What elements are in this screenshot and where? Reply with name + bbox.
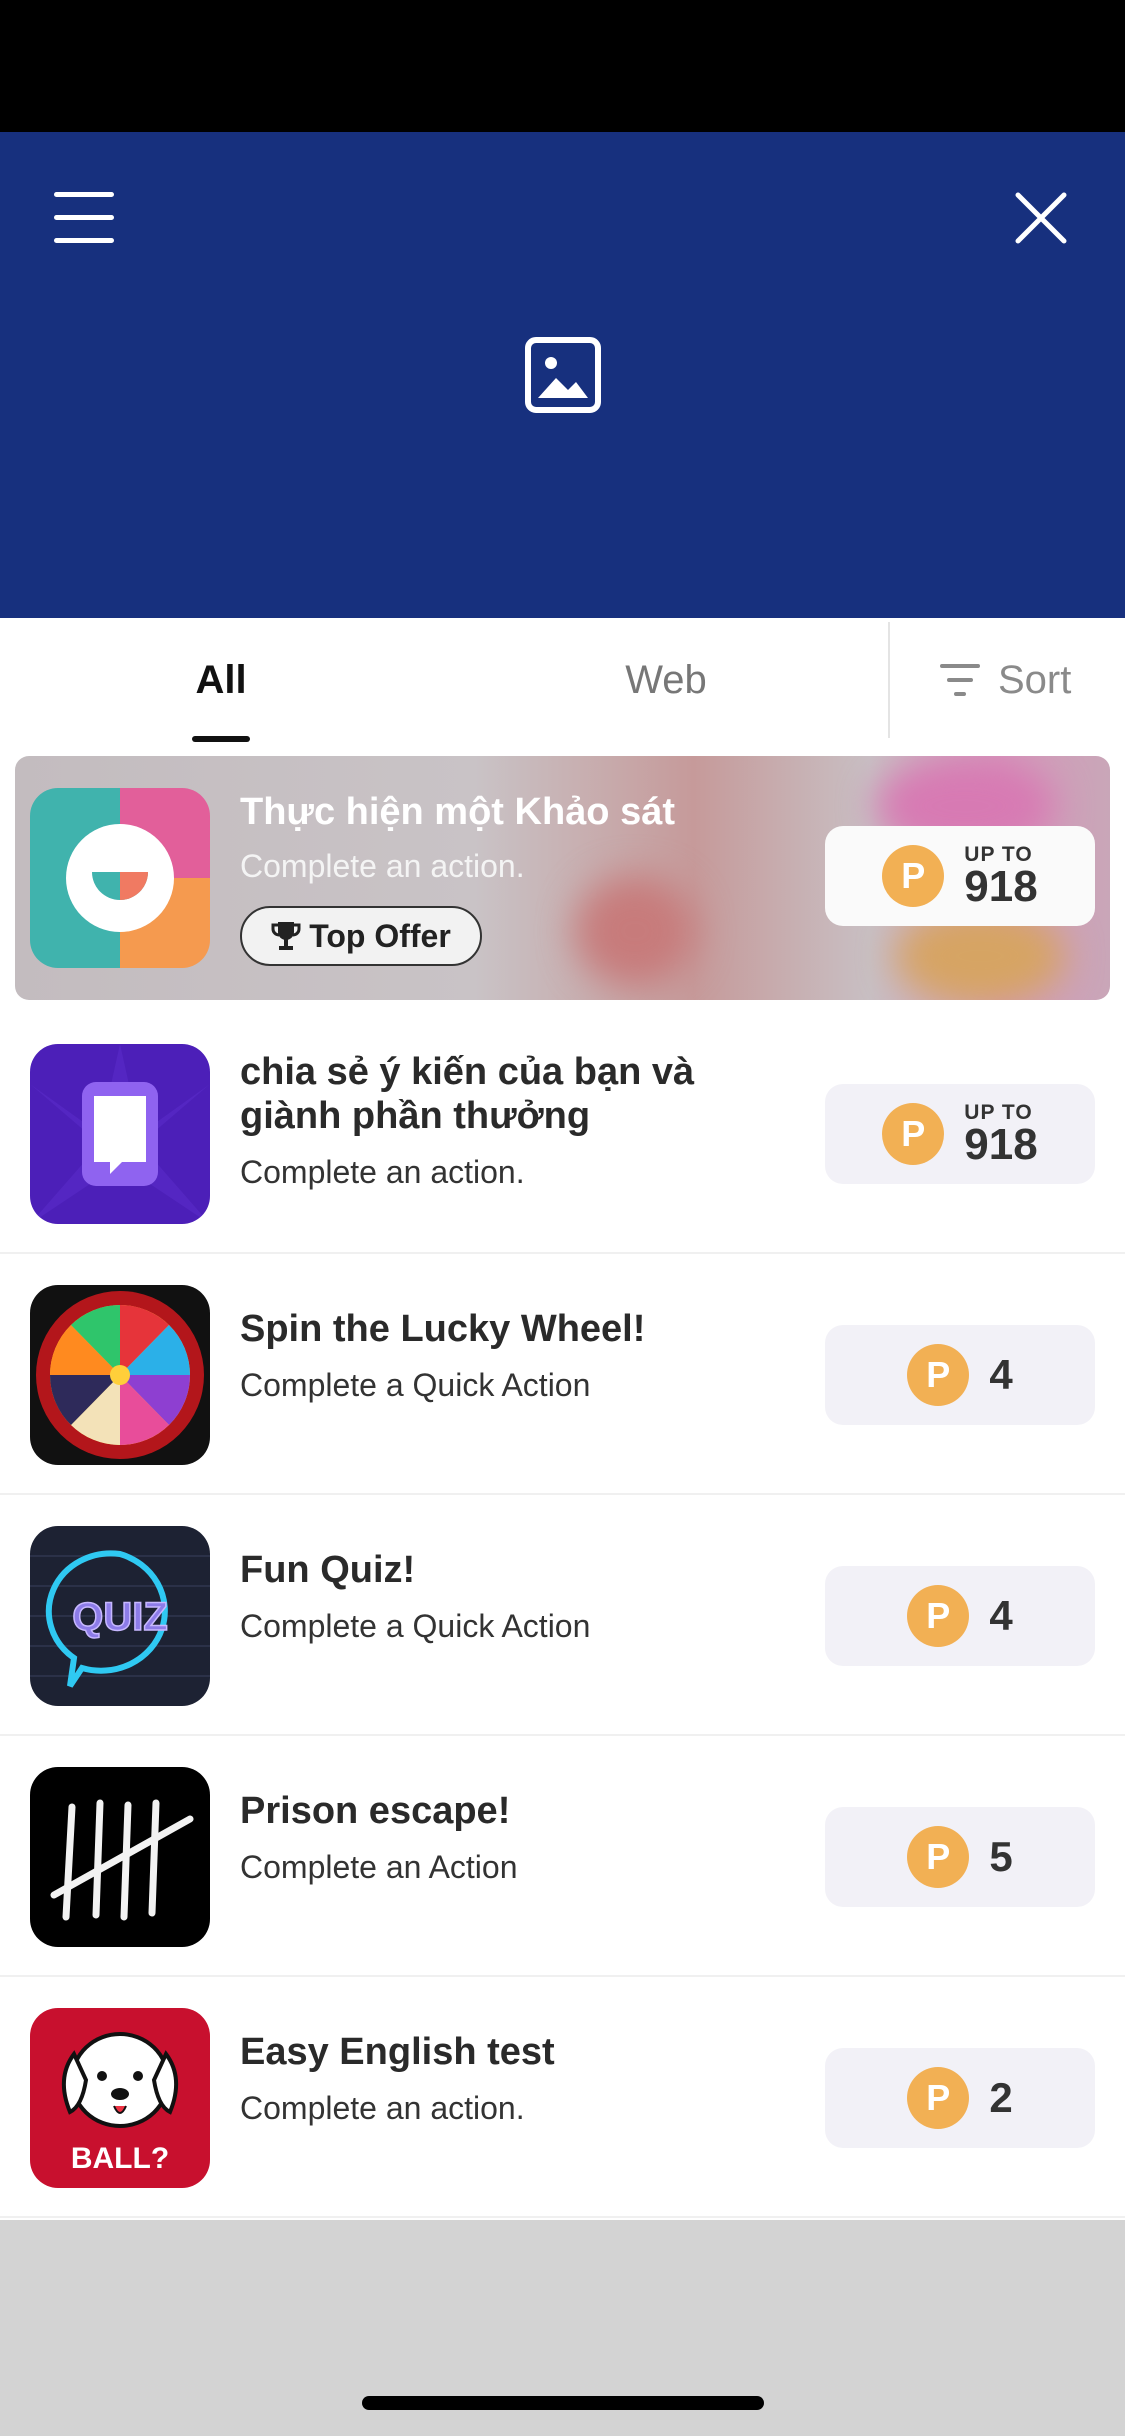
sort-filter-icon bbox=[940, 664, 980, 696]
hamburger-menu-icon[interactable] bbox=[50, 188, 118, 248]
offer-subtitle: Complete an action. bbox=[240, 1154, 525, 1190]
offer-card[interactable]: BALL? Easy English test Complete an acti… bbox=[0, 1978, 1125, 2218]
offer-card[interactable]: Spin the Lucky Wheel! Complete a Quick A… bbox=[0, 1255, 1125, 1495]
coin-icon: P bbox=[907, 1344, 970, 1406]
reward-amount: 918 bbox=[964, 861, 1038, 911]
header-banner bbox=[0, 132, 1125, 618]
offer-title: Fun Quiz! bbox=[240, 1549, 416, 1591]
tab-all[interactable]: All bbox=[150, 618, 292, 742]
tally-marks-icon bbox=[30, 1767, 210, 1947]
reward-button[interactable]: P 5 bbox=[825, 1807, 1095, 1907]
coin-icon: P bbox=[907, 1585, 970, 1647]
coin-icon: P bbox=[907, 1826, 970, 1888]
reward-button[interactable]: P 4 bbox=[825, 1325, 1095, 1425]
reward-button[interactable]: P UP TO 918 bbox=[825, 1084, 1095, 1184]
quiz-icon-text: QUIZ bbox=[72, 1595, 168, 1639]
offer-subtitle: Complete an Action bbox=[240, 1849, 518, 1885]
reward-amount: 2 bbox=[989, 2074, 1013, 2121]
offer-subtitle: Complete an action. bbox=[240, 2090, 525, 2126]
offer-title: Thực hiện một Khảo sát bbox=[240, 791, 675, 833]
reward-amount: 4 bbox=[989, 1351, 1013, 1398]
offer-card[interactable]: chia sẻ ý kiến của bạn và giành phần thư… bbox=[0, 1014, 1125, 1254]
reward-amount: 4 bbox=[989, 1592, 1013, 1639]
chat-app-icon bbox=[30, 1044, 210, 1224]
offer-title: Easy English test bbox=[240, 2031, 555, 2073]
reward-button[interactable]: P UP TO 918 bbox=[825, 826, 1095, 926]
coin-icon: P bbox=[882, 845, 945, 907]
offer-title: Spin the Lucky Wheel! bbox=[240, 1308, 646, 1350]
sort-label: Sort bbox=[998, 657, 1072, 702]
reward-button[interactable]: P 4 bbox=[825, 1566, 1095, 1666]
survey-app-icon bbox=[30, 788, 210, 968]
lucky-wheel-icon bbox=[30, 1285, 210, 1465]
reward-amount: 5 bbox=[989, 1833, 1013, 1880]
quiz-app-icon: QUIZ bbox=[30, 1526, 210, 1706]
offer-subtitle: Complete a Quick Action bbox=[240, 1367, 591, 1403]
offer-subtitle: Complete a Quick Action bbox=[240, 1608, 591, 1644]
offer-title: Prison escape! bbox=[240, 1790, 511, 1832]
trophy-icon bbox=[271, 922, 301, 950]
home-indicator[interactable] bbox=[362, 2396, 764, 2410]
status-bar bbox=[0, 0, 1125, 132]
tab-web[interactable]: Web bbox=[570, 618, 762, 742]
offer-subtitle: Complete an action. bbox=[240, 848, 525, 884]
coin-icon: P bbox=[907, 2067, 970, 2129]
dog-icon-text: BALL? bbox=[71, 2142, 169, 2175]
top-offer-badge: Top Offer bbox=[240, 906, 482, 966]
close-icon[interactable] bbox=[1010, 187, 1072, 249]
offer-wall: All Web Sort Thực hiện một Khảo sát Comp… bbox=[0, 618, 1125, 2220]
coin-icon: P bbox=[882, 1103, 945, 1165]
dog-app-icon: BALL? bbox=[30, 2008, 210, 2188]
divider bbox=[888, 622, 890, 738]
offer-card-featured[interactable]: Thực hiện một Khảo sát Complete an actio… bbox=[15, 756, 1110, 1000]
offer-title: chia sẻ ý kiến của bạn và giành phần thư… bbox=[240, 1051, 695, 1137]
reward-button[interactable]: P 2 bbox=[825, 2048, 1095, 2148]
offer-card[interactable]: QUIZ Fun Quiz! Complete a Quick Action P… bbox=[0, 1496, 1125, 1736]
sort-button[interactable]: Sort bbox=[940, 618, 1110, 742]
tab-bar: All Web Sort bbox=[0, 618, 1125, 742]
image-placeholder-icon bbox=[524, 336, 602, 414]
reward-amount: 918 bbox=[964, 1119, 1038, 1169]
top-offer-label: Top Offer bbox=[309, 917, 451, 954]
offer-card[interactable]: Prison escape! Complete an Action P 5 bbox=[0, 1737, 1125, 1977]
